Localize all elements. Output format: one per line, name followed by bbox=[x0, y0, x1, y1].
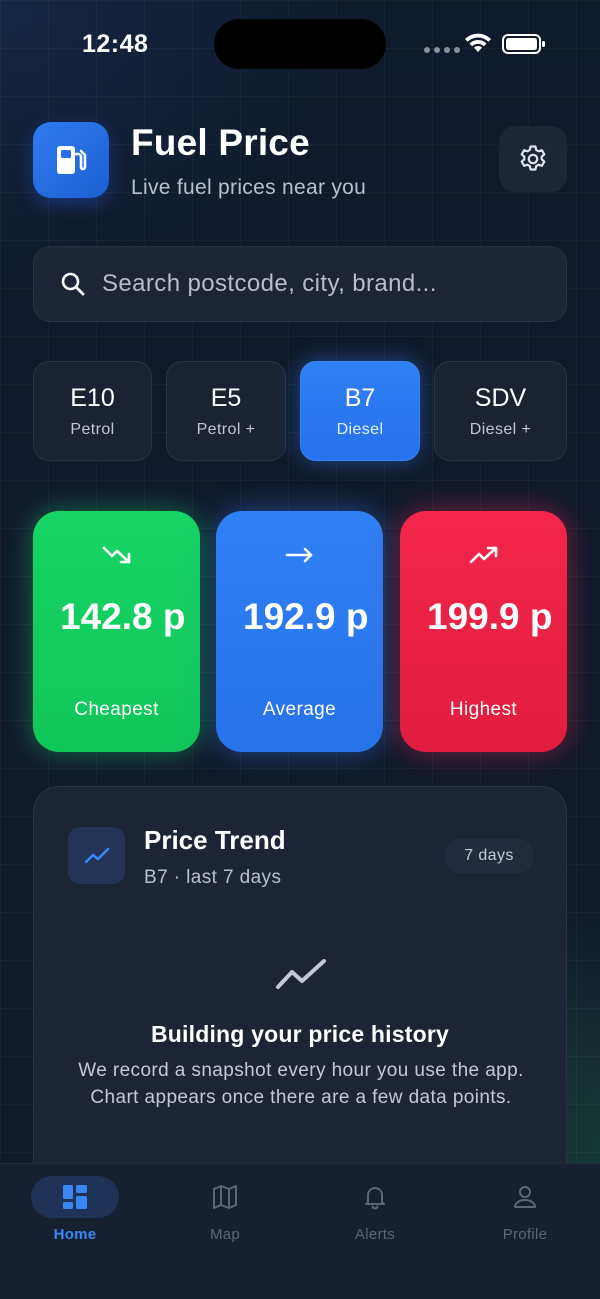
status-time: 12:48 bbox=[82, 30, 149, 58]
fuel-pump-icon bbox=[57, 146, 87, 174]
trend-title: Price Trend bbox=[144, 825, 286, 855]
settings-button[interactable] bbox=[499, 126, 567, 192]
range-selector[interactable]: 7 days bbox=[445, 839, 533, 873]
fuel-name: Petrol bbox=[70, 421, 115, 438]
search-input[interactable] bbox=[102, 247, 542, 321]
fuel-tab-b7[interactable]: B7 Diesel bbox=[300, 361, 420, 461]
search-bar[interactable] bbox=[33, 246, 567, 322]
nav-item-alerts[interactable]: Alerts bbox=[315, 1164, 435, 1264]
wifi-icon bbox=[465, 33, 491, 52]
map-icon bbox=[213, 1185, 237, 1209]
trend-subtitle: B7 · last 7 days bbox=[144, 867, 282, 888]
price-card-highest[interactable]: 199.9 p Highest bbox=[400, 511, 567, 752]
fuel-name: Diesel + bbox=[469, 421, 532, 438]
app-title: Fuel Price bbox=[131, 122, 310, 163]
nav-label: Alerts bbox=[354, 1226, 396, 1243]
trend-up-icon bbox=[469, 546, 498, 564]
dynamic-island bbox=[214, 19, 386, 69]
app-logo bbox=[33, 122, 109, 198]
nav-icon-wrap bbox=[481, 1176, 569, 1218]
price-label: Highest bbox=[449, 699, 518, 720]
chart-line-icon bbox=[276, 959, 326, 989]
arrow-right-icon bbox=[285, 547, 313, 563]
bell-icon bbox=[365, 1187, 385, 1210]
price-value: 192.9 p bbox=[243, 596, 369, 637]
cellular-signal-icon bbox=[424, 47, 460, 53]
fuel-tab-sdv[interactable]: SDV Diesel + bbox=[434, 361, 567, 461]
fuel-tab-e10[interactable]: E10 Petrol bbox=[33, 361, 152, 461]
battery-icon bbox=[502, 34, 545, 54]
status-bar: 12:48 bbox=[0, 0, 600, 88]
chart-line-icon-box bbox=[68, 827, 125, 884]
search-icon bbox=[61, 272, 85, 296]
fuel-tab-e5[interactable]: E5 Petrol + bbox=[166, 361, 286, 461]
fuel-name: Diesel bbox=[336, 421, 384, 438]
user-icon bbox=[514, 1186, 536, 1208]
app-subtitle: Live fuel prices near you bbox=[131, 176, 367, 199]
nav-label: Home bbox=[53, 1226, 97, 1243]
trend-down-icon bbox=[102, 546, 131, 564]
fuel-code: E5 bbox=[210, 384, 242, 412]
empty-state-text: We record a snapshot every hour you use … bbox=[78, 1060, 524, 1108]
price-card-cheapest[interactable]: 142.8 p Cheapest bbox=[33, 511, 200, 752]
fuel-code: SDV bbox=[474, 384, 527, 412]
fuel-name: Petrol + bbox=[196, 421, 256, 438]
price-value: 142.8 p bbox=[60, 596, 186, 637]
bottom-navigation: Home Map Alerts Profile bbox=[0, 1163, 600, 1299]
gear-icon bbox=[520, 145, 546, 171]
empty-state-title: Building your price history bbox=[150, 1021, 450, 1047]
price-label: Cheapest bbox=[74, 699, 159, 720]
nav-label: Profile bbox=[502, 1226, 548, 1243]
nav-item-map[interactable]: Map bbox=[165, 1164, 285, 1264]
dashboard-icon bbox=[63, 1185, 87, 1209]
nav-label: Map bbox=[209, 1226, 241, 1243]
price-label: Average bbox=[262, 699, 337, 720]
chart-line-icon bbox=[84, 847, 109, 863]
nav-icon-wrap bbox=[31, 1176, 119, 1218]
nav-item-home[interactable]: Home bbox=[15, 1164, 135, 1264]
price-value: 199.9 p bbox=[427, 596, 553, 637]
fuel-code: E10 bbox=[70, 384, 115, 412]
nav-item-profile[interactable]: Profile bbox=[465, 1164, 585, 1264]
price-card-average[interactable]: 192.9 p Average bbox=[216, 511, 383, 752]
price-trend-panel: Price Trend B7 · last 7 days 7 days Buil… bbox=[33, 786, 567, 1226]
nav-icon-wrap bbox=[331, 1176, 419, 1218]
fuel-code: B7 bbox=[344, 384, 376, 412]
nav-icon-wrap bbox=[181, 1176, 269, 1218]
